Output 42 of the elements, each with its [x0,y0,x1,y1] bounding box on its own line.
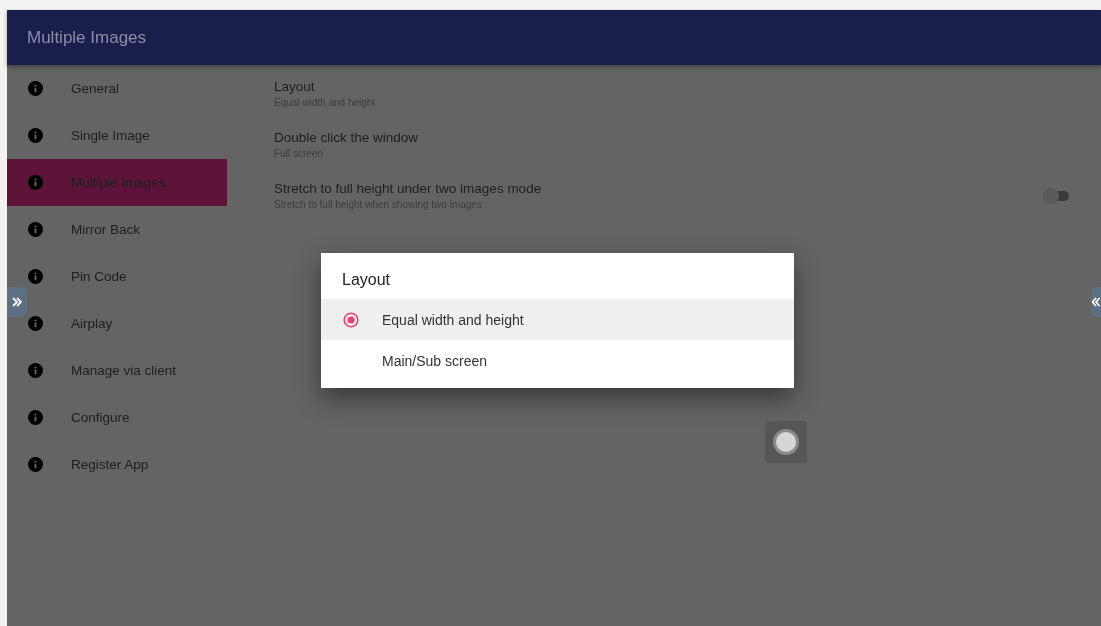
info-icon [28,222,43,237]
sidebar-item[interactable]: Airplay [7,300,227,347]
info-icon [28,410,43,425]
sidebar-item-label: Airplay [71,316,113,331]
sidebar-item[interactable]: Configure [7,394,227,441]
sidebar-item[interactable]: Pin Code [7,253,227,300]
sidebar-item-label: Configure [71,410,130,425]
sidebar-item-label: General [71,81,120,96]
app-bar-title: Multiple Images [27,27,147,48]
double-chevron-left-icon [1092,297,1100,307]
collapse-handle[interactable] [1091,287,1101,317]
sidebar-item-label: Pin Code [71,269,127,284]
setting-title: Double click the window [274,130,419,145]
dialog-option[interactable]: Equal width and height [321,299,794,340]
info-icon [28,457,43,472]
info-icon [28,269,43,284]
sidebar-item-label: Mirror Back [71,222,140,237]
option-label: Equal width and height [382,311,524,328]
sidebar-item[interactable]: General [7,65,227,112]
info-icon [28,81,43,96]
sidebar-item-label: Register App [71,457,149,472]
info-icon [28,128,43,143]
dialog-title: Layout [341,270,392,290]
sidebar-item[interactable]: Mirror Back [7,206,227,253]
info-icon [28,175,43,190]
sidebar-item[interactable]: Manage via client [7,347,227,394]
toggle-switch[interactable] [1043,187,1071,204]
circle-icon [776,432,796,452]
setting-title: Stretch to full height under two images mode [274,181,542,196]
sidebar-item[interactable]: Single Image [7,112,227,159]
sidebar-item-label: Manage via client [71,363,177,378]
expand-handle[interactable] [7,287,27,317]
sidebar-item-label: Single Image [71,128,150,143]
double-chevron-right-icon [12,297,22,307]
floating-button[interactable] [765,421,807,463]
setting-title: Layout [274,79,316,94]
dialog-option[interactable]: Main/Sub screen [321,340,794,381]
sidebar-item-label: Multiple Images [71,175,166,190]
sidebar-item[interactable]: Register App [7,441,227,488]
info-icon [28,363,43,378]
info-icon [28,316,43,331]
option-label: Main/Sub screen [382,352,488,369]
